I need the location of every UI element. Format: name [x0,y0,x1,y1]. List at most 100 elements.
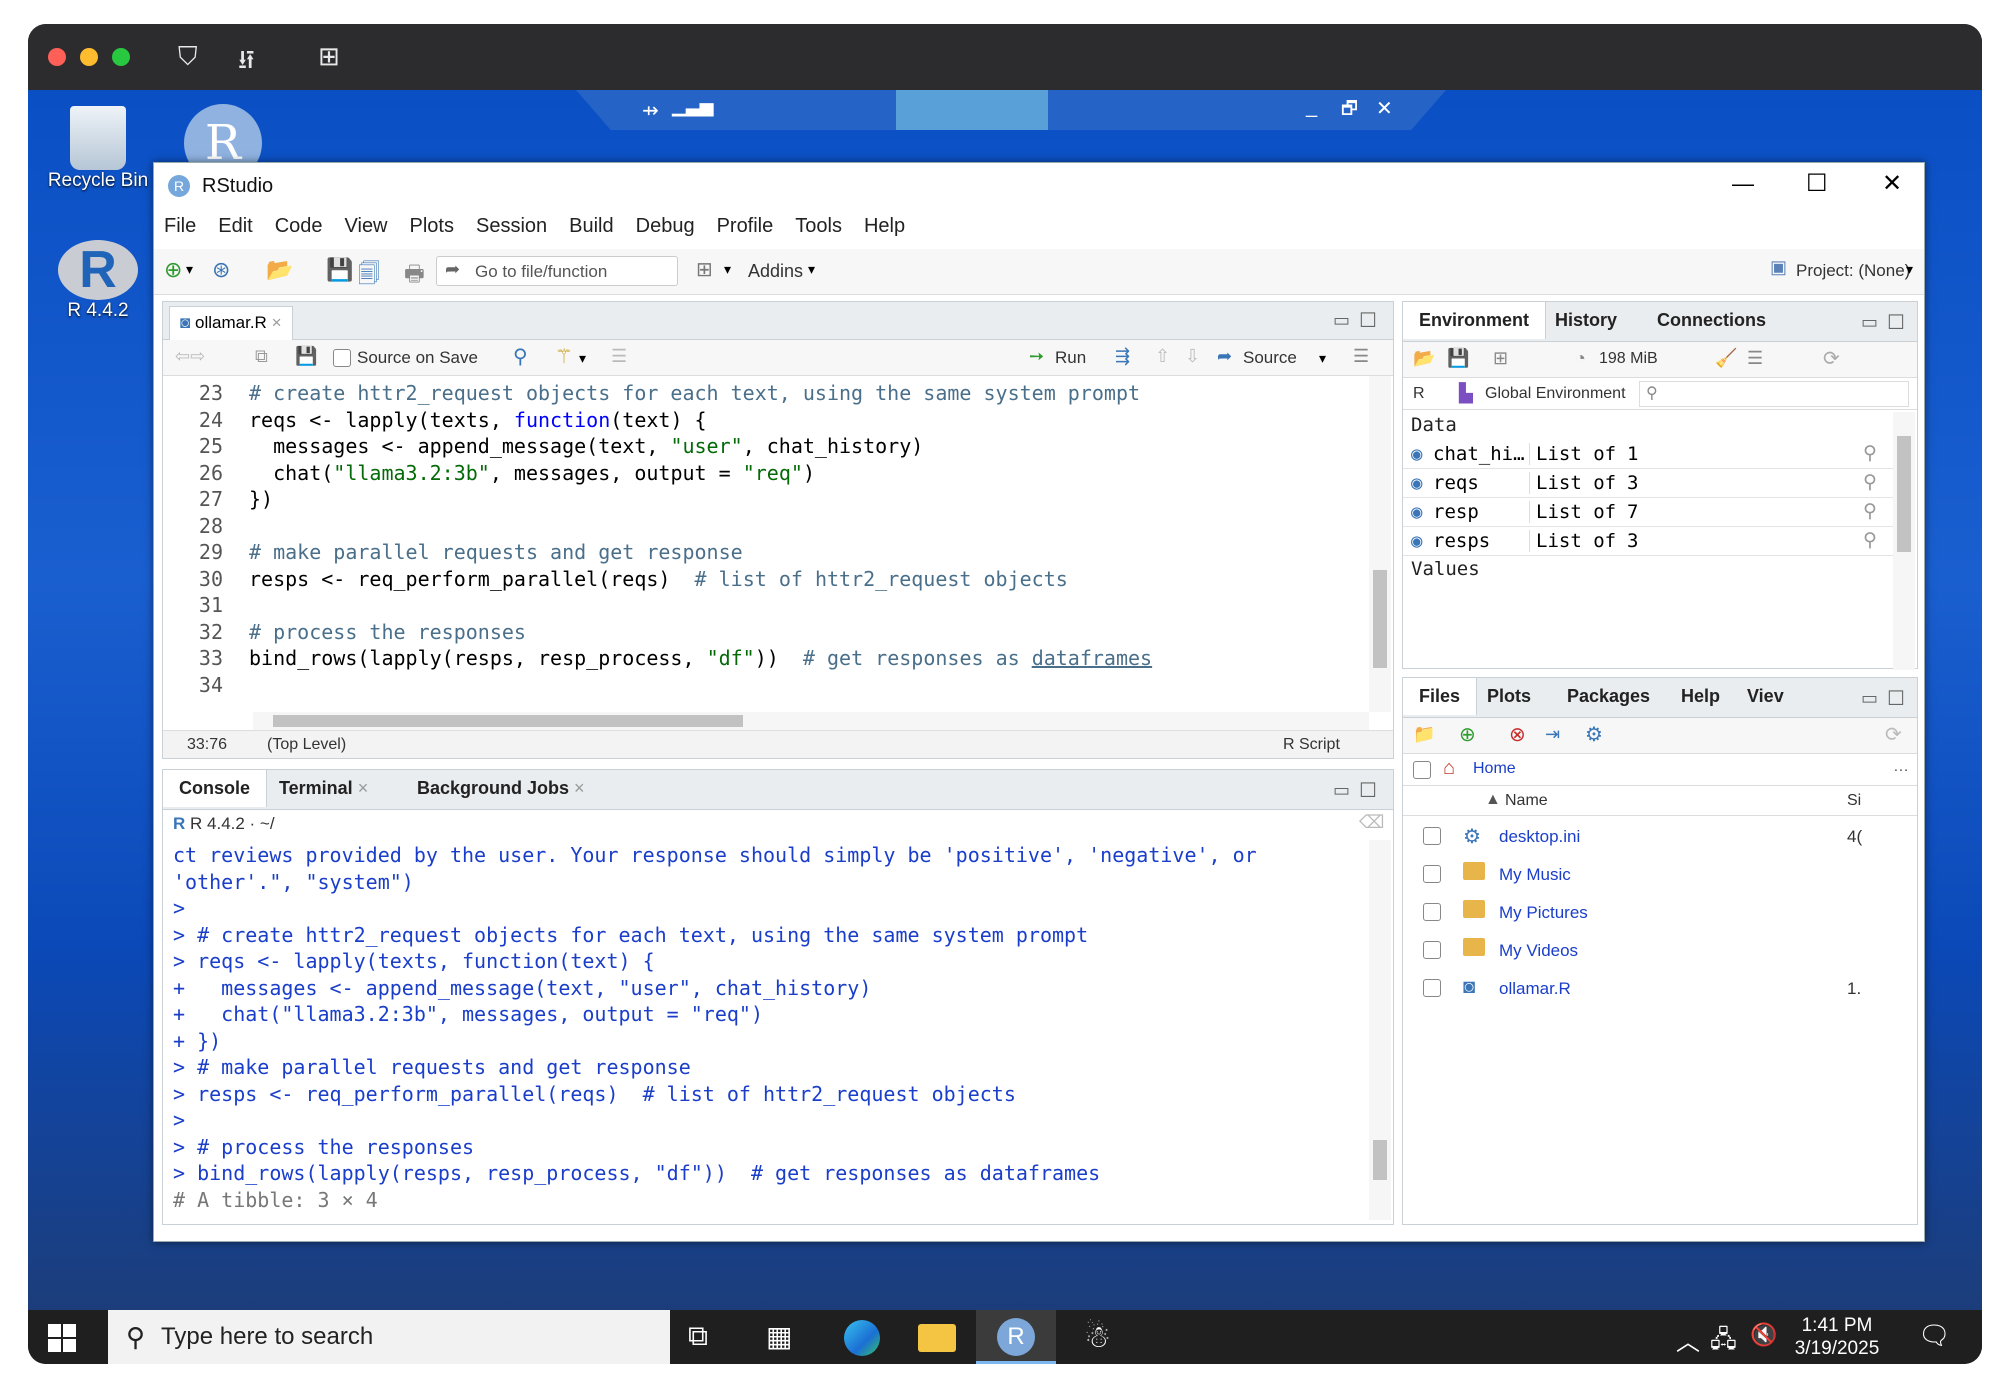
tab-ollamar[interactable]: ◙ ollamar.R × [169,306,293,340]
shield-icon[interactable]: ⛉ [178,42,198,73]
close-icon[interactable]: × [574,778,585,798]
code-line[interactable]: # process the responses [249,619,1359,646]
store-icon[interactable]: ▦ [766,1320,792,1353]
file-checkbox[interactable] [1423,979,1441,997]
tab-connections[interactable]: Connections [1641,302,1782,339]
file-row[interactable]: My Music [1403,856,1917,894]
taskbar-search[interactable]: ⚲ Type here to search [108,1310,670,1364]
clock[interactable]: 1:41 PM 3/19/2025 [1792,1314,1882,1360]
menu-file[interactable]: File [164,215,196,237]
close-icon[interactable]: × [358,778,369,798]
chevron-down-icon[interactable]: ▾ [1906,261,1913,278]
file-explorer-icon[interactable] [918,1324,956,1352]
env-row[interactable]: ◉ resp List of 7 ⚲ [1403,498,1893,527]
search-icon[interactable]: ⚲ [513,344,528,369]
close-button[interactable]: ✕ [1882,169,1902,198]
scroll-thumb[interactable] [1373,570,1387,668]
close-icon[interactable]: × [272,313,282,332]
tab-packages[interactable]: Packages [1551,678,1666,715]
broom-icon[interactable]: ⌫ [1359,812,1384,833]
menu-edit[interactable]: Edit [218,215,252,237]
new-file-icon[interactable]: ⊕ [164,257,182,283]
addins-button[interactable]: Addins [748,261,803,282]
project-menu[interactable]: Project: (None) [1796,261,1910,281]
scroll-thumb[interactable] [273,715,743,727]
file-row[interactable]: My Videos [1403,932,1917,970]
windows-start-icon[interactable] [48,1324,76,1352]
chevron-down-icon[interactable]: ▾ [724,261,731,278]
maximize-button[interactable]: ☐ [1806,169,1828,198]
menu-session[interactable]: Session [476,215,547,237]
source-on-save-checkbox[interactable] [333,349,351,367]
minimize-pane-icon[interactable]: ▭ [1861,312,1878,333]
grid-icon[interactable]: ⊞ [696,257,713,282]
list-view-icon[interactable]: ☰ [1747,348,1763,369]
scope-selector[interactable]: (Top Level) [267,736,346,754]
code-line[interactable] [249,672,1359,699]
scope-selector[interactable]: Global Environment [1485,385,1626,403]
maximize-pane-icon[interactable]: ☐ [1359,778,1377,803]
print-icon[interactable]: 🖶 [404,257,425,295]
menu-help[interactable]: Help [864,215,905,237]
env-row[interactable]: ◉ reqs List of 3 ⚲ [1403,469,1893,498]
chevron-down-icon[interactable]: ▾ [1319,350,1326,367]
code-line[interactable] [249,592,1359,619]
code-line[interactable]: reqs <- lapply(texts, function(text) { [249,407,1359,434]
show-in-window-icon[interactable]: ⧉ [255,346,268,367]
editor-vscrollbar[interactable] [1369,376,1391,712]
chevron-down-icon[interactable]: ▾ [579,350,586,367]
chevron-down-icon[interactable]: ▾ [186,261,193,278]
save-workspace-icon[interactable]: 💾 [1447,348,1469,369]
tab-background-jobs[interactable]: Background Jobs × [401,770,601,807]
menu-tools[interactable]: Tools [795,215,842,237]
file-name[interactable]: My Pictures [1499,903,1588,923]
rdp-close-button[interactable]: ✕ [1376,96,1393,121]
file-row[interactable]: My Pictures [1403,894,1917,932]
save-icon[interactable]: 💾 [326,257,353,283]
goto-file-input[interactable]: ➦ Go to file/function [436,256,678,286]
wand-icon[interactable]: ⚚ [555,344,573,369]
outline-icon[interactable]: ☰ [611,346,627,367]
code-line[interactable]: resps <- req_perform_parallel(reqs) # li… [249,566,1359,593]
zoom-dot[interactable] [112,48,130,66]
file-type-selector[interactable]: R Script [1283,736,1340,754]
rename-icon[interactable]: ⇥ [1545,724,1560,745]
code-line[interactable] [249,513,1359,540]
file-name[interactable]: My Videos [1499,941,1578,961]
recycle-bin-shortcut[interactable]: Recycle Bin [46,106,150,192]
language-selector[interactable]: R [1413,385,1425,403]
usb-icon[interactable]: ⭿ [238,42,255,86]
minimize-dot[interactable] [80,48,98,66]
broom-icon[interactable]: 🧹 [1715,348,1737,369]
home-link[interactable]: Home [1473,760,1516,778]
refresh-icon[interactable]: ⟳ [1885,722,1902,747]
delete-icon[interactable]: ⊗ [1509,722,1526,747]
env-row[interactable]: ◉ chat_hi… List of 1 ⚲ [1403,440,1893,469]
rerun-icon[interactable]: ⇶ [1115,346,1130,367]
gear-icon[interactable]: ⚙ [1585,722,1603,747]
new-folder-icon[interactable]: 📁 [1413,724,1435,745]
minimize-pane-icon[interactable]: ▭ [1333,780,1350,801]
expand-icon[interactable]: ◉ [1411,472,1422,494]
r-shortcut[interactable]: R R 4.4.2 [46,240,150,322]
back-icon[interactable]: ⇦⇨ [175,346,205,367]
list-icon[interactable]: ☰ [1353,346,1369,367]
refresh-icon[interactable]: ⟳ [1823,346,1840,371]
code-line[interactable]: # create httr2_request objects for each … [249,380,1359,407]
up-icon[interactable]: ⇧ [1155,346,1170,367]
memory-usage[interactable]: 198 MiB [1599,350,1658,368]
new-blank-file-icon[interactable]: ⊕ [1459,722,1476,747]
console-vscrollbar[interactable] [1369,840,1391,1220]
search-icon[interactable]: ⚲ [1863,471,1877,493]
save-all-icon[interactable]: 🗐 [358,257,380,295]
open-file-icon[interactable]: 📂 [266,257,293,283]
env-row[interactable]: ◉ resps List of 3 ⚲ [1403,527,1893,556]
down-icon[interactable]: ⇩ [1185,346,1200,367]
code-line[interactable]: bind_rows(lapply(resps, resp_process, "d… [249,645,1359,672]
file-checkbox[interactable] [1423,827,1441,845]
task-view-icon[interactable]: ⧉ [688,1320,708,1353]
file-row[interactable]: ◙ ollamar.R 1. [1403,970,1917,1008]
menu-code[interactable]: Code [275,215,323,237]
code-line[interactable]: # make parallel requests and get respons… [249,539,1359,566]
tab-files[interactable]: Files [1403,678,1478,715]
